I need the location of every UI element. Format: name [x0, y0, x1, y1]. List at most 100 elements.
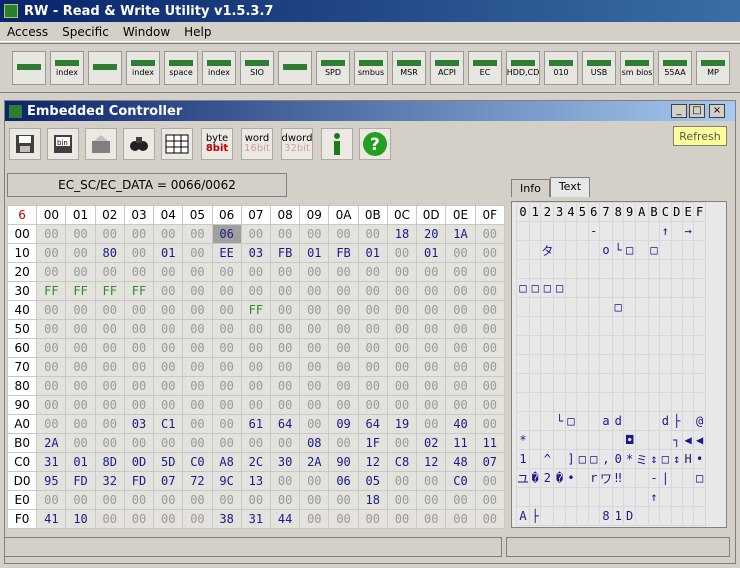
- register-cell[interactable]: 00: [123, 490, 155, 510]
- register-cell[interactable]: 00: [240, 281, 271, 301]
- register-cell[interactable]: 20: [416, 224, 447, 244]
- register-cell[interactable]: 00: [36, 376, 67, 396]
- byte-mode-button[interactable]: byte 8bit: [201, 128, 233, 160]
- register-cell[interactable]: 00: [357, 395, 388, 415]
- register-cell[interactable]: 00: [269, 338, 301, 358]
- word-mode-button[interactable]: word 16bit: [241, 128, 273, 160]
- register-cell[interactable]: 06: [211, 224, 242, 244]
- register-cell[interactable]: 00: [123, 376, 155, 396]
- register-cell[interactable]: 11: [474, 433, 506, 453]
- register-cell[interactable]: 00: [416, 509, 447, 529]
- register-cell[interactable]: 00: [474, 319, 506, 339]
- register-cell[interactable]: 48: [445, 452, 476, 472]
- register-cell[interactable]: 00: [299, 357, 330, 377]
- register-cell[interactable]: 00: [299, 300, 330, 320]
- register-cell[interactable]: 41: [36, 509, 67, 529]
- disk-icon[interactable]: 010: [544, 51, 578, 85]
- register-cell[interactable]: 00: [386, 433, 418, 453]
- register-cell[interactable]: 00: [445, 376, 476, 396]
- register-cell[interactable]: 00: [240, 338, 271, 358]
- register-cell[interactable]: 00: [474, 300, 506, 320]
- register-cell[interactable]: 07: [153, 471, 184, 491]
- register-cell[interactable]: 00: [94, 357, 125, 377]
- register-cell[interactable]: 12: [416, 452, 447, 472]
- register-cell[interactable]: 61: [240, 414, 271, 434]
- register-cell[interactable]: 00: [357, 281, 388, 301]
- register-cell[interactable]: 00: [36, 338, 67, 358]
- register-cell[interactable]: 00: [328, 395, 359, 415]
- register-cell[interactable]: 00: [269, 224, 301, 244]
- register-cell[interactable]: 00: [211, 262, 242, 282]
- register-cell[interactable]: 00: [94, 319, 125, 339]
- scope-icon[interactable]: [278, 51, 312, 85]
- register-cell[interactable]: 40: [445, 414, 476, 434]
- register-cell[interactable]: 31: [36, 452, 67, 472]
- register-cell[interactable]: 2A: [36, 433, 67, 453]
- register-cell[interactable]: 00: [211, 319, 242, 339]
- register-cell[interactable]: 30: [269, 452, 301, 472]
- register-cell[interactable]: 00: [36, 300, 67, 320]
- register-cell[interactable]: 00: [269, 433, 301, 453]
- register-cell[interactable]: 00: [328, 281, 359, 301]
- menu-window[interactable]: Window: [116, 25, 177, 39]
- pci-icon[interactable]: [12, 51, 46, 85]
- register-cell[interactable]: 00: [182, 357, 213, 377]
- register-cell[interactable]: 00: [357, 376, 388, 396]
- register-cell[interactable]: 00: [182, 319, 213, 339]
- menu-access[interactable]: Access: [0, 25, 55, 39]
- register-cell[interactable]: 01: [357, 243, 388, 263]
- register-cell[interactable]: 00: [416, 414, 447, 434]
- register-cell[interactable]: 00: [240, 357, 271, 377]
- register-cell[interactable]: 00: [386, 376, 418, 396]
- register-cell[interactable]: 00: [474, 490, 506, 510]
- register-cell[interactable]: 00: [445, 319, 476, 339]
- register-cell[interactable]: 00: [36, 319, 67, 339]
- register-cell[interactable]: 00: [474, 357, 506, 377]
- register-cell[interactable]: 00: [65, 357, 96, 377]
- register-cell[interactable]: 00: [416, 395, 447, 415]
- io-index-icon[interactable]: index: [202, 51, 236, 85]
- register-cell[interactable]: 00: [182, 338, 213, 358]
- register-cell[interactable]: 00: [445, 262, 476, 282]
- register-cell[interactable]: 2C: [240, 452, 271, 472]
- register-cell[interactable]: 00: [328, 509, 359, 529]
- register-cell[interactable]: 5D: [153, 452, 184, 472]
- register-cell[interactable]: 00: [36, 262, 67, 282]
- register-cell[interactable]: 00: [153, 433, 184, 453]
- register-cell[interactable]: 00: [153, 509, 184, 529]
- register-cell[interactable]: 00: [328, 338, 359, 358]
- register-cell[interactable]: 00: [299, 414, 330, 434]
- register-cell[interactable]: 00: [445, 338, 476, 358]
- register-cell[interactable]: 00: [299, 319, 330, 339]
- register-cell[interactable]: 00: [269, 471, 301, 491]
- register-cell[interactable]: 11: [445, 433, 476, 453]
- register-cell[interactable]: 00: [65, 414, 96, 434]
- mp-icon[interactable]: MP: [696, 51, 730, 85]
- info-icon[interactable]: [321, 128, 353, 160]
- register-cell[interactable]: 00: [211, 281, 242, 301]
- register-cell[interactable]: 00: [386, 490, 418, 510]
- memory-index-icon[interactable]: index: [126, 51, 160, 85]
- register-cell[interactable]: 00: [94, 433, 125, 453]
- register-cell[interactable]: 00: [182, 490, 213, 510]
- register-cell[interactable]: C8: [386, 452, 418, 472]
- register-cell[interactable]: 00: [36, 490, 67, 510]
- register-cell[interactable]: 00: [182, 281, 213, 301]
- register-cell[interactable]: 00: [36, 224, 67, 244]
- register-cell[interactable]: 00: [386, 300, 418, 320]
- register-cell[interactable]: 00: [182, 395, 213, 415]
- register-cell[interactable]: 1A: [445, 224, 476, 244]
- register-cell[interactable]: 00: [299, 395, 330, 415]
- register-cell[interactable]: 08: [299, 433, 330, 453]
- register-cell[interactable]: 00: [36, 243, 67, 263]
- register-cell[interactable]: 00: [65, 395, 96, 415]
- load-icon[interactable]: [85, 128, 117, 160]
- io-space-icon[interactable]: space: [164, 51, 198, 85]
- register-cell[interactable]: FD: [65, 471, 96, 491]
- register-cell[interactable]: 00: [474, 281, 506, 301]
- register-cell[interactable]: 00: [153, 224, 184, 244]
- register-cell[interactable]: 00: [240, 262, 271, 282]
- register-cell[interactable]: 72: [182, 471, 213, 491]
- register-cell[interactable]: 00: [65, 319, 96, 339]
- register-cell[interactable]: 00: [36, 357, 67, 377]
